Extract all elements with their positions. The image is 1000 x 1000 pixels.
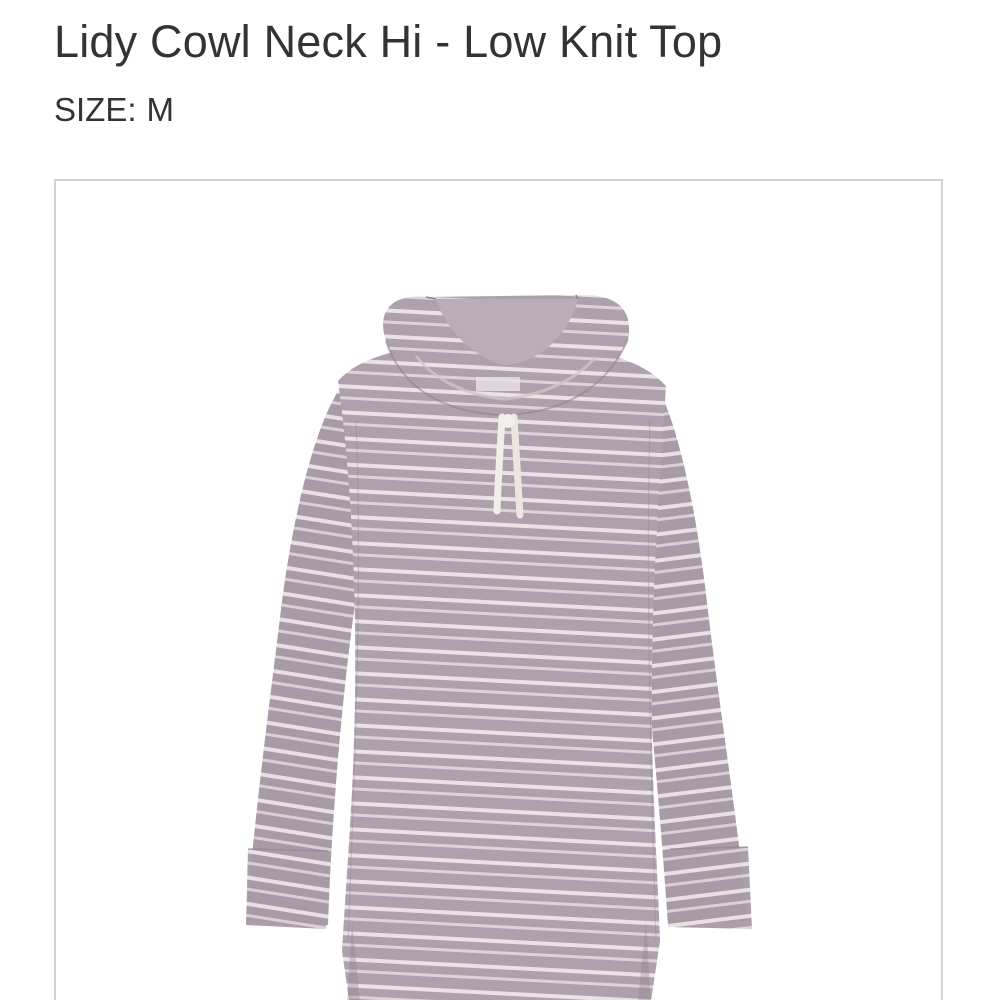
product-image[interactable] <box>56 181 943 1000</box>
size-label: SIZE: <box>54 91 137 128</box>
product-title: Lidy Cowl Neck Hi - Low Knit Top <box>54 16 723 67</box>
size-row: SIZE: M <box>54 88 174 132</box>
size-value: M <box>146 91 175 128</box>
product-image-frame[interactable] <box>54 179 943 1000</box>
